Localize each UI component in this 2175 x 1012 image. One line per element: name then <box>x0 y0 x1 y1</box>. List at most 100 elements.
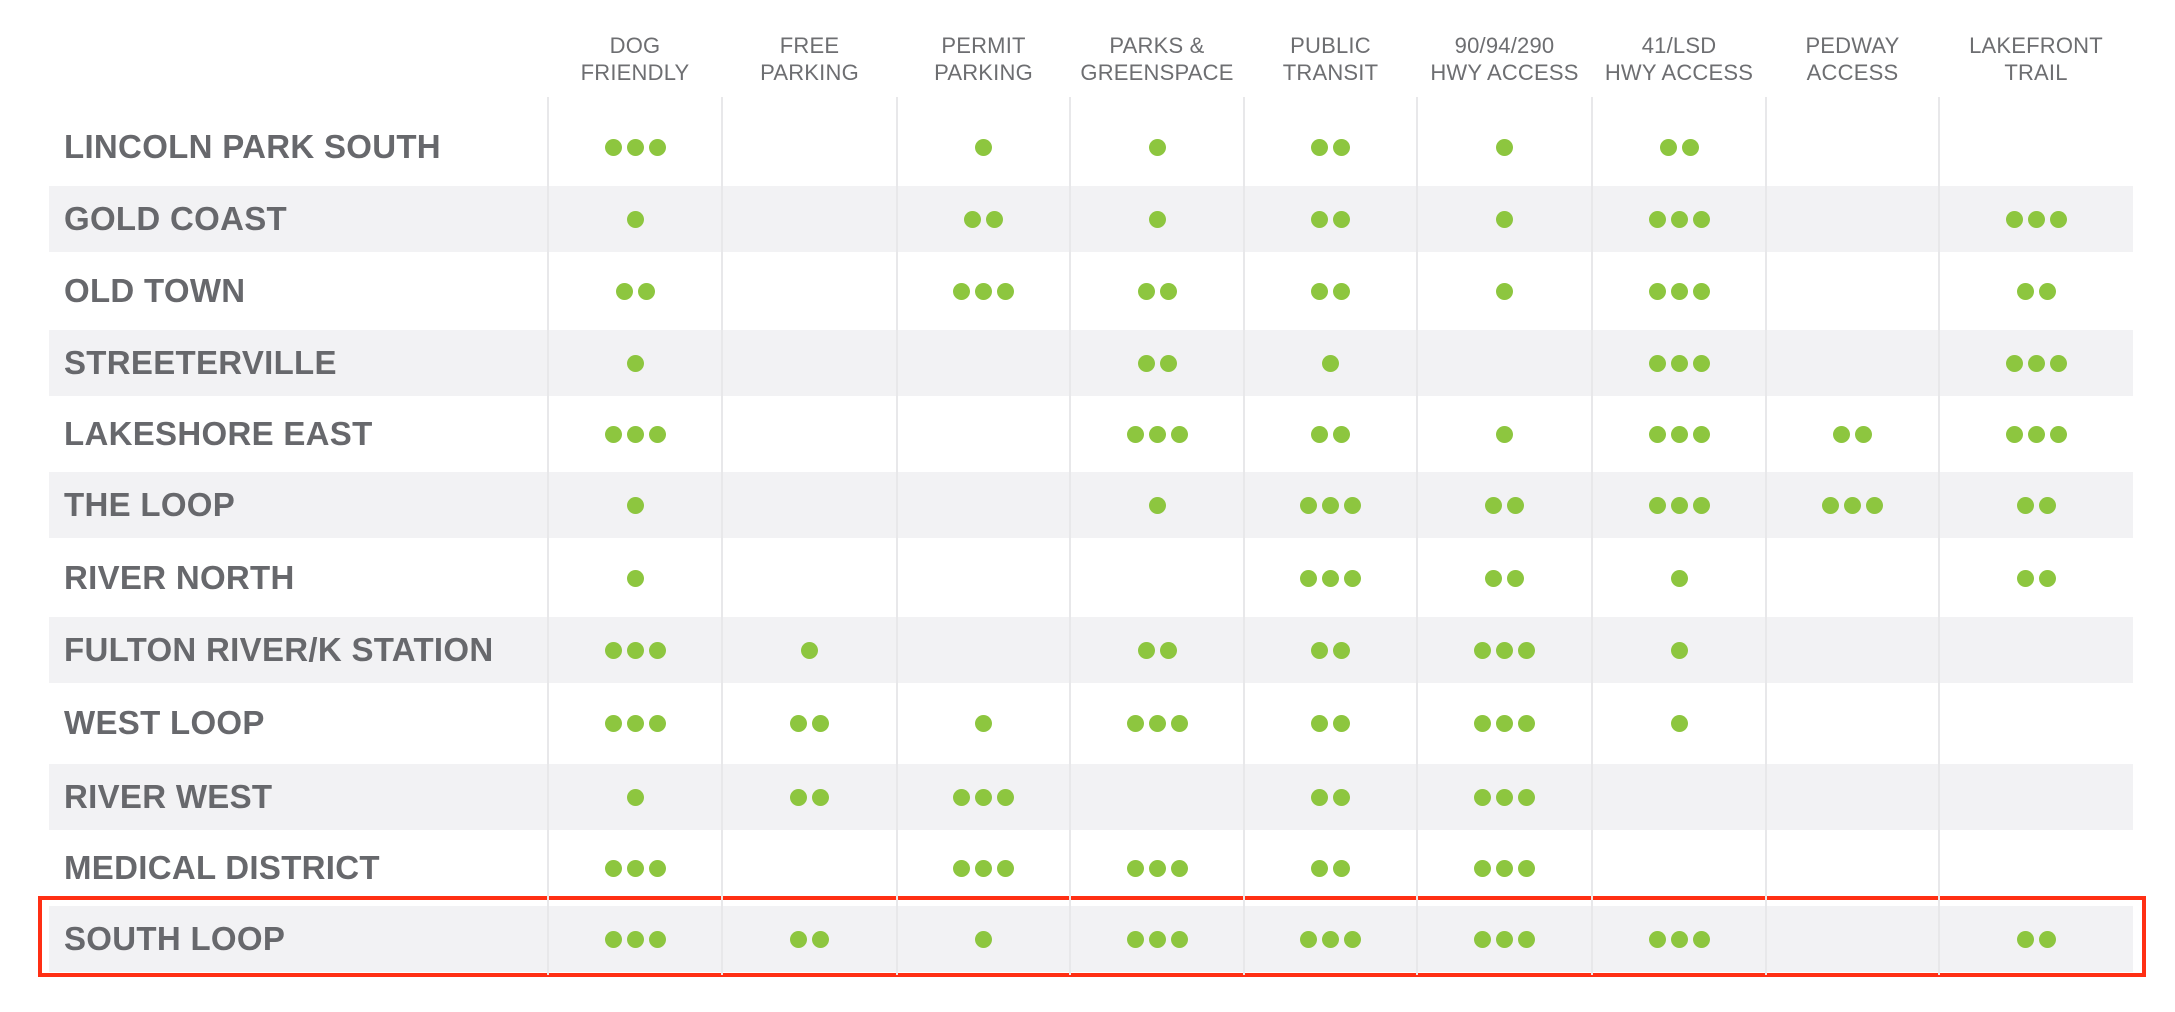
rating-cell-pedway-access <box>1766 183 1939 255</box>
rating-dot-icon <box>1159 282 1177 300</box>
rating-cell-pedway-access <box>1766 761 1939 833</box>
rating-cell-dog-friendly <box>548 832 722 904</box>
rating-dot-icon <box>1496 210 1513 228</box>
rating-dot-icon <box>1518 788 1535 806</box>
rating-cell-hwy-90-94-290 <box>1417 903 1592 975</box>
column-header-pedway-access: PEDWAY ACCESS <box>1766 32 1939 86</box>
rating-dot-icon <box>2005 354 2023 372</box>
rating-dot-icon <box>1485 569 1502 587</box>
rating-cell-parks-greenspace <box>1070 761 1244 833</box>
column-divider <box>896 97 898 975</box>
rating-dot-icon <box>2027 354 2045 372</box>
rating-cell-dog-friendly <box>548 687 722 759</box>
rating-cell-free-parking <box>722 903 897 975</box>
rating-dot-icon <box>626 425 644 443</box>
rating-cell-public-transit <box>1244 327 1417 399</box>
rating-dot-icon <box>1126 930 1144 948</box>
rating-dot-icon <box>1822 496 1839 514</box>
rating-cell-public-transit <box>1244 183 1417 255</box>
rating-dot-icon <box>1322 354 1339 372</box>
rating-cell-lakefront-trail <box>1939 542 2133 614</box>
rating-dot-icon <box>1333 425 1350 443</box>
rating-dot-icon <box>1692 282 1710 300</box>
column-header-line: LAKEFRONT <box>1969 33 2103 58</box>
rating-cell-free-parking <box>722 687 897 759</box>
rating-dot-icon <box>1311 859 1328 877</box>
rating-cell-pedway-access <box>1766 903 1939 975</box>
column-header-line: HWY ACCESS <box>1604 60 1754 85</box>
rating-cell-hwy-90-94-290 <box>1417 542 1592 614</box>
rating-dot-icon <box>626 930 644 948</box>
rating-dot-icon <box>975 282 992 300</box>
rating-dot-icon <box>1322 496 1339 514</box>
rating-dot-icon <box>648 641 666 659</box>
rating-dot-icon <box>790 714 807 732</box>
rating-dot-icon <box>1670 641 1688 659</box>
rating-dot-icon <box>1300 569 1317 587</box>
rating-cell-parks-greenspace <box>1070 687 1244 759</box>
rating-dot-icon <box>604 930 622 948</box>
column-header-line: DOG <box>609 33 661 58</box>
rating-dot-icon <box>1311 714 1328 732</box>
column-header-hwy-41-lsd: 41/LSD HWY ACCESS <box>1592 32 1766 86</box>
table-row: STREETERVILLE <box>49 327 2133 399</box>
rating-cell-permit-parking <box>897 761 1070 833</box>
column-divider <box>1765 97 1767 975</box>
rating-cell-hwy-41-lsd <box>1592 761 1766 833</box>
column-header-line: PEDWAY <box>1805 33 1900 58</box>
rating-cell-hwy-90-94-290 <box>1417 255 1592 327</box>
neighborhood-name: LAKESHORE EAST <box>64 415 373 452</box>
column-header-line: TRANSIT <box>1282 60 1379 85</box>
rating-dot-icon <box>1333 859 1350 877</box>
column-header-line: TRAIL <box>2004 60 2068 85</box>
rating-cell-dog-friendly <box>548 542 722 614</box>
rating-dot-icon <box>2049 210 2067 228</box>
rating-dot-icon <box>1518 859 1535 877</box>
rating-dot-icon <box>1300 930 1317 948</box>
rating-dot-icon <box>626 859 644 877</box>
rating-dot-icon <box>1300 496 1317 514</box>
rating-dot-icon <box>1681 138 1699 156</box>
rating-dot-icon <box>1496 138 1513 156</box>
rating-dot-icon <box>2005 425 2023 443</box>
rating-cell-pedway-access <box>1766 111 1939 183</box>
rating-dot-icon <box>604 425 622 443</box>
rating-cell-permit-parking <box>897 832 1070 904</box>
table-row: SOUTH LOOP <box>49 903 2133 975</box>
rating-dot-icon <box>626 569 644 587</box>
rating-cell-public-transit <box>1244 398 1417 470</box>
rating-cell-public-transit <box>1244 542 1417 614</box>
column-header-line: 90/94/290 <box>1454 33 1555 58</box>
rating-cell-parks-greenspace <box>1070 903 1244 975</box>
column-divider <box>721 97 723 975</box>
rating-dot-icon <box>1496 714 1513 732</box>
rating-cell-dog-friendly <box>548 761 722 833</box>
table-row: MEDICAL DISTRICT <box>49 832 2133 904</box>
rating-cell-permit-parking <box>897 469 1070 541</box>
neighborhood-name: MEDICAL DISTRICT <box>64 849 380 886</box>
rating-cell-hwy-90-94-290 <box>1417 687 1592 759</box>
rating-cell-parks-greenspace <box>1070 832 1244 904</box>
rating-dot-icon <box>1474 788 1491 806</box>
rating-cell-permit-parking <box>897 255 1070 327</box>
rating-cell-hwy-90-94-290 <box>1417 761 1592 833</box>
rating-dot-icon <box>1518 641 1535 659</box>
rating-dot-icon <box>1496 930 1513 948</box>
rating-dot-icon <box>953 859 970 877</box>
rating-cell-free-parking <box>722 761 897 833</box>
rating-dot-icon <box>1148 425 1166 443</box>
table-row: RIVER WEST <box>49 761 2133 833</box>
rating-dot-icon <box>2027 210 2045 228</box>
table-row: LAKESHORE EAST <box>49 398 2133 470</box>
rating-dot-icon <box>1692 425 1710 443</box>
rating-dot-icon <box>1126 714 1144 732</box>
rating-dot-icon <box>1148 138 1166 156</box>
rating-dot-icon <box>1311 641 1328 659</box>
rating-dot-icon <box>1126 859 1144 877</box>
rating-dot-icon <box>626 714 644 732</box>
rating-dot-icon <box>1148 859 1166 877</box>
column-header-dog-friendly: DOG FRIENDLY <box>548 32 722 86</box>
rating-cell-hwy-90-94-290 <box>1417 327 1592 399</box>
column-divider <box>1243 97 1245 975</box>
rating-dot-icon <box>1844 496 1861 514</box>
